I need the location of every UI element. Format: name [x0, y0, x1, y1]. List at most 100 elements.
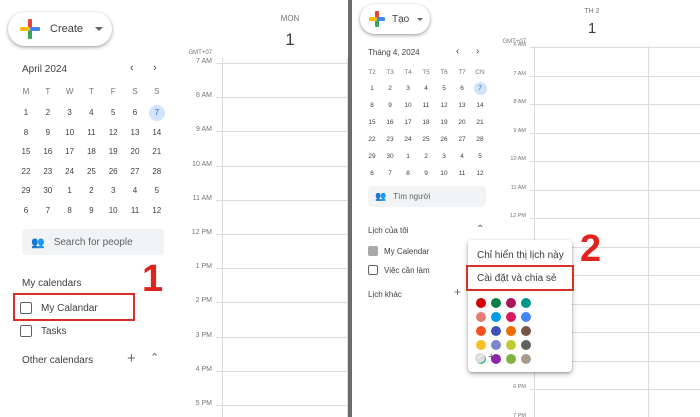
mini-calendar-day[interactable]: 15 — [18, 144, 34, 160]
mini-calendar-day[interactable]: 22 — [366, 133, 379, 146]
mini-calendar-day[interactable]: 17 — [62, 144, 78, 160]
previous-month-icon[interactable]: ‹ — [456, 46, 459, 57]
mini-calendar-day[interactable]: 27 — [456, 133, 469, 146]
my-calendars-title[interactable]: Lịch của tôi — [368, 226, 408, 235]
mini-calendar-day[interactable]: 20 — [456, 116, 469, 129]
mini-calendar-day[interactable]: 6 — [456, 82, 469, 95]
color-swatch[interactable] — [521, 354, 531, 364]
mini-calendar-day[interactable]: 1 — [402, 150, 415, 163]
chevron-up-icon[interactable]: ⌃ — [476, 224, 484, 235]
mini-calendar-day[interactable]: 4 — [420, 82, 433, 95]
mini-calendar-day[interactable]: 8 — [62, 203, 78, 219]
color-swatch[interactable] — [476, 312, 486, 322]
mini-calendar-day[interactable]: 5 — [474, 150, 487, 163]
mini-calendar-day[interactable]: 6 — [127, 105, 143, 121]
mini-calendar-day[interactable]: 4 — [456, 150, 469, 163]
mini-calendar-day[interactable]: 5 — [105, 105, 121, 121]
mini-calendar-day[interactable]: 16 — [40, 144, 56, 160]
mini-calendar-day[interactable]: 13 — [127, 125, 143, 141]
mini-calendar-day[interactable]: 12 — [149, 203, 165, 219]
create-button[interactable]: Create — [8, 12, 112, 46]
mini-calendar-day[interactable]: 9 — [40, 125, 56, 141]
color-swatch[interactable] — [476, 298, 486, 308]
mini-calendar-day[interactable]: 8 — [402, 167, 415, 180]
mini-calendar-day[interactable]: 13 — [456, 99, 469, 112]
mini-calendar-day[interactable]: 8 — [18, 125, 34, 141]
mini-calendar-day[interactable]: 9 — [384, 99, 397, 112]
mini-calendar-day[interactable]: 14 — [149, 125, 165, 141]
mini-calendar-day[interactable]: 11 — [83, 125, 99, 141]
color-swatch[interactable] — [491, 326, 501, 336]
mini-calendar-day[interactable]: 5 — [438, 82, 451, 95]
color-swatch[interactable] — [491, 312, 501, 322]
calendar-checkbox-tasks[interactable] — [20, 325, 32, 337]
mini-calendar-day-today[interactable]: 7 — [473, 82, 487, 95]
mini-calendar-day[interactable]: 8 — [366, 99, 379, 112]
mini-calendar-day[interactable]: 25 — [420, 133, 433, 146]
mini-calendar-day[interactable]: 24 — [402, 133, 415, 146]
color-swatch[interactable] — [521, 312, 531, 322]
calendar-checkbox-my-calendar[interactable] — [368, 246, 378, 256]
mini-calendar-day[interactable]: 21 — [149, 144, 165, 160]
mini-calendar-day[interactable]: 20 — [127, 144, 143, 160]
mini-calendar-day[interactable]: 23 — [40, 164, 56, 180]
mini-calendar-day[interactable]: 30 — [384, 150, 397, 163]
mini-calendar-day[interactable]: 9 — [420, 167, 433, 180]
mini-calendar-day[interactable]: 11 — [420, 99, 433, 112]
mini-calendar-day[interactable]: 17 — [402, 116, 415, 129]
mini-calendar-day[interactable]: 12 — [474, 167, 487, 180]
mini-calendar-day[interactable]: 3 — [62, 105, 78, 121]
calendar-label-tasks[interactable]: Việc cần làm — [384, 266, 430, 275]
day-number[interactable]: 1 — [270, 30, 310, 50]
mini-calendar-day[interactable]: 2 — [83, 183, 99, 199]
color-swatch[interactable] — [506, 298, 516, 308]
mini-calendar-day[interactable]: 29 — [366, 150, 379, 163]
color-swatch[interactable] — [506, 354, 516, 364]
mini-calendar-day[interactable]: 16 — [384, 116, 397, 129]
color-swatch[interactable] — [521, 326, 531, 336]
mini-calendar-day[interactable]: 28 — [474, 133, 487, 146]
mini-calendar-day[interactable]: 30 — [40, 183, 56, 199]
my-calendars-title[interactable]: My calendars — [22, 278, 81, 289]
mini-calendar-day[interactable]: 3 — [402, 82, 415, 95]
color-swatch[interactable] — [476, 326, 486, 336]
mini-calendar-day[interactable]: 25 — [83, 164, 99, 180]
add-custom-color-icon[interactable]: + — [488, 351, 494, 363]
check-icon[interactable]: ✓ — [475, 353, 485, 363]
mini-calendar-day[interactable]: 2 — [40, 105, 56, 121]
search-people-input[interactable]: 👥 Search for people — [22, 229, 164, 255]
calendar-label-my-calendar[interactable]: My Calendar — [384, 247, 429, 256]
mini-calendar-day[interactable]: 18 — [420, 116, 433, 129]
mini-calendar-day[interactable]: 3 — [105, 183, 121, 199]
mini-calendar-day[interactable]: 21 — [474, 116, 487, 129]
other-calendars-title[interactable]: Lịch khác — [368, 290, 402, 299]
mini-calendar-day[interactable]: 12 — [438, 99, 451, 112]
color-swatch[interactable] — [506, 326, 516, 336]
mini-calendar-day[interactable]: 9 — [83, 203, 99, 219]
mini-calendar-day[interactable]: 23 — [384, 133, 397, 146]
calendar-label-tasks[interactable]: Tasks — [41, 326, 67, 337]
mini-calendar-day[interactable]: 4 — [83, 105, 99, 121]
mini-calendar-day[interactable]: 18 — [83, 144, 99, 160]
mini-calendar-day[interactable]: 5 — [149, 183, 165, 199]
color-swatch[interactable] — [521, 340, 531, 350]
add-calendar-icon[interactable]: + — [127, 350, 136, 367]
color-swatch[interactable] — [491, 298, 501, 308]
color-swatch[interactable] — [491, 340, 501, 350]
mini-calendar-day[interactable]: 19 — [105, 144, 121, 160]
calendar-checkbox-tasks[interactable] — [368, 265, 378, 275]
mini-calendar-day[interactable]: 28 — [149, 164, 165, 180]
mini-calendar-day[interactable]: 6 — [366, 167, 379, 180]
mini-calendar-day[interactable]: 11 — [127, 203, 143, 219]
mini-calendar-day[interactable]: 4 — [127, 183, 143, 199]
next-month-icon[interactable]: › — [476, 46, 479, 57]
mini-calendar-day[interactable]: 10 — [402, 99, 415, 112]
previous-month-icon[interactable]: ‹ — [130, 62, 134, 74]
chevron-up-icon[interactable]: ⌃ — [150, 351, 159, 364]
mini-calendar-day[interactable]: 22 — [18, 164, 34, 180]
mini-calendar-day[interactable]: 1 — [366, 82, 379, 95]
mini-calendar-day[interactable]: 26 — [105, 164, 121, 180]
mini-calendar-day[interactable]: 10 — [438, 167, 451, 180]
next-month-icon[interactable]: › — [153, 62, 157, 74]
color-swatch[interactable] — [506, 312, 516, 322]
